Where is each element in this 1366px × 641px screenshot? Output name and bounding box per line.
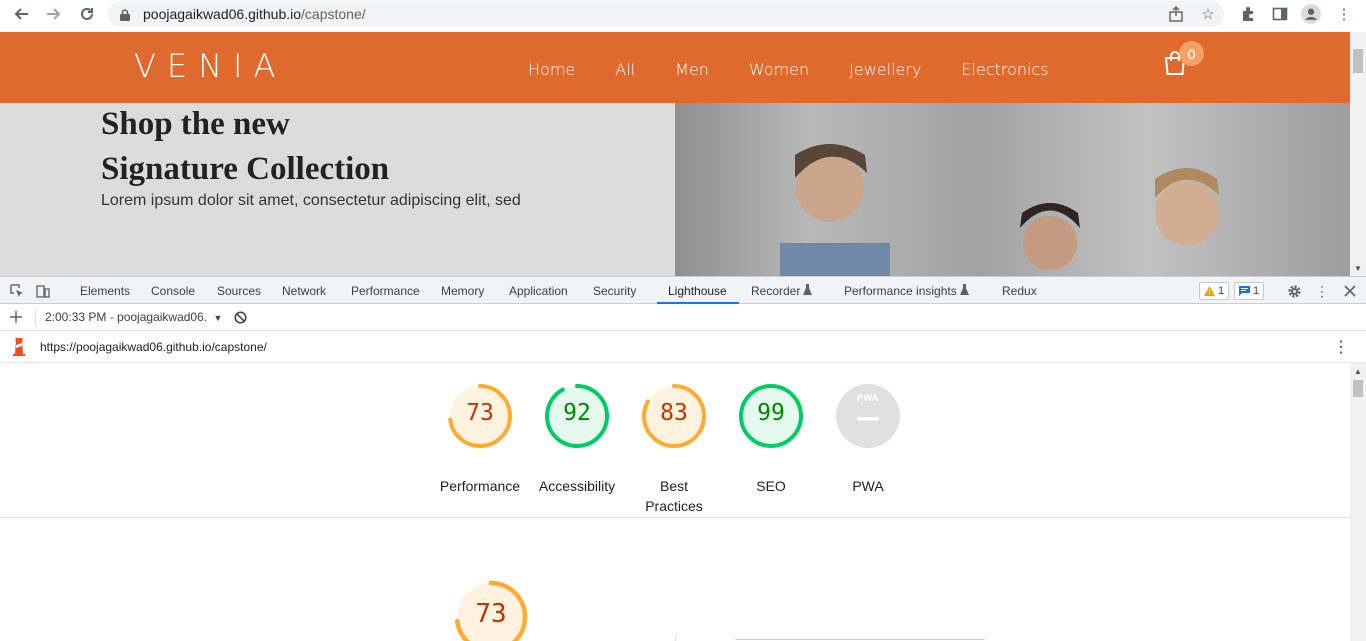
gauge-accessibility[interactable]: 92 Accessibility <box>539 381 615 494</box>
hero-title-line1: Shop the new <box>101 106 290 142</box>
performance-detail-score: 73 <box>475 599 507 629</box>
site-logo[interactable]: VENIA <box>134 47 286 85</box>
tab-security[interactable]: Security <box>593 284 636 298</box>
pwa-label: PWA <box>852 478 884 494</box>
section-divider <box>0 517 1350 518</box>
warnings-count: 1 <box>1218 285 1225 297</box>
warnings-badge[interactable]: 1 <box>1199 282 1230 300</box>
devtools-tab-bar: Elements Console Sources Network Perform… <box>0 276 1366 304</box>
tab-performance[interactable]: Performance <box>351 284 420 298</box>
cart-count-badge: 0 <box>1179 41 1204 66</box>
report-selector[interactable]: 2:00:33 PM - poojagaikwad06. ▼ <box>45 310 222 324</box>
performance-label: Performance <box>439 478 521 494</box>
report-url[interactable]: https://poojagaikwad06.github.io/capston… <box>40 340 267 354</box>
tab-redux[interactable]: Redux <box>1002 284 1037 298</box>
website-viewport: VENIA Home All Men Women Jewellery Elect… <box>0 32 1350 276</box>
best-practices-label: Best Practices <box>624 476 724 516</box>
accessibility-score: 92 <box>563 400 591 426</box>
report-scrollbar[interactable] <box>1350 363 1366 641</box>
hero-title-line2: Signature Collection <box>101 151 390 187</box>
device-toolbar-icon[interactable] <box>34 282 52 300</box>
address-url: poojagaikwad06.github.io/capstone/ <box>143 6 366 22</box>
accessibility-label: Accessibility <box>538 478 616 494</box>
nav-link-women[interactable]: Women <box>749 60 809 79</box>
nav-link-men[interactable]: Men <box>675 60 709 79</box>
report-menu-icon[interactable]: ⋮ <box>1333 337 1349 357</box>
flask-icon <box>803 284 812 298</box>
lock-icon <box>120 8 130 21</box>
share-icon[interactable] <box>1166 4 1186 24</box>
lighthouse-report: 73 Performance 92 Accessibility 83 Best … <box>0 363 1350 641</box>
tab-elements[interactable]: Elements <box>80 284 130 298</box>
lighthouse-toolbar: 2:00:33 PM - poojagaikwad06. ▼ <box>0 304 1366 331</box>
report-scroll-thumb[interactable] <box>1353 380 1363 397</box>
report-url-row: https://poojagaikwad06.github.io/capston… <box>0 331 1366 363</box>
back-arrow-icon[interactable] <box>10 4 32 24</box>
tab-performance-insights[interactable]: Performance insights <box>844 284 957 298</box>
side-panel-icon[interactable] <box>1270 4 1290 24</box>
screenshot-frame-edge <box>735 639 985 640</box>
inspect-element-icon[interactable] <box>8 282 26 300</box>
new-report-plus-icon[interactable] <box>7 308 25 326</box>
nav-link-home[interactable]: Home <box>528 60 575 79</box>
messages-count: 1 <box>1253 285 1260 297</box>
tab-recorder[interactable]: Recorder <box>751 284 800 298</box>
devtools-menu-icon[interactable]: ⋮ <box>1313 282 1331 300</box>
gauge-pwa[interactable]: PWA PWA <box>833 381 903 494</box>
page-scrollbar[interactable] <box>1350 32 1366 276</box>
gauge-best-practices[interactable]: 83 Best Practices <box>639 381 709 514</box>
gauge-seo[interactable]: 99 SEO <box>736 381 806 494</box>
hero-description: Lorem ipsum dolor sit amet, consectetur … <box>101 192 521 209</box>
best-practices-label-line2: Practices <box>645 498 703 514</box>
close-devtools-icon[interactable] <box>1341 282 1359 300</box>
tab-network[interactable]: Network <box>282 284 326 298</box>
site-header: VENIA Home All Men Women Jewellery Elect… <box>0 32 1350 103</box>
performance-score: 73 <box>466 400 494 426</box>
settings-gear-icon[interactable] <box>1285 282 1303 300</box>
tab-application[interactable]: Application <box>509 284 568 298</box>
scroll-up-arrow-icon[interactable]: ▲ <box>1354 367 1362 376</box>
tab-lighthouse[interactable]: Lighthouse <box>668 284 727 298</box>
tab-sources[interactable]: Sources <box>217 284 261 298</box>
bookmark-star-icon[interactable]: ☆ <box>1198 4 1218 24</box>
profile-avatar-icon[interactable] <box>1301 4 1321 24</box>
warning-icon <box>1204 286 1215 296</box>
forward-arrow-icon[interactable] <box>43 4 65 24</box>
best-practices-label-line1: Best <box>659 478 688 494</box>
dropdown-arrow-icon: ▼ <box>213 313 223 323</box>
nav-link-electronics[interactable]: Electronics <box>961 60 1048 79</box>
address-bar[interactable]: poojagaikwad06.github.io/capstone/ <box>108 1 1224 27</box>
clear-reports-icon[interactable] <box>231 308 249 326</box>
message-icon <box>1239 286 1250 296</box>
hero-title: Shop the new Signature Collection <box>101 102 389 192</box>
gauge-performance-detail: 73 <box>451 577 531 641</box>
messages-badge[interactable]: 1 <box>1234 282 1265 300</box>
site-nav: Home All Men Women Jewellery Electronics <box>528 60 1089 79</box>
gauge-performance[interactable]: 73 Performance <box>440 381 520 494</box>
browser-toolbar: poojagaikwad06.github.io/capstone/ ☆ ⋮ <box>0 0 1366 29</box>
browser-menu-icon[interactable]: ⋮ <box>1334 4 1354 24</box>
seo-score: 99 <box>757 400 785 426</box>
reload-icon[interactable] <box>76 4 98 24</box>
extensions-icon[interactable] <box>1238 4 1258 24</box>
nav-link-all[interactable]: All <box>615 60 635 79</box>
toolbar-divider <box>35 309 36 326</box>
lighthouse-logo-icon <box>11 338 27 361</box>
metric-separator <box>675 635 676 641</box>
pwa-badge-icon <box>836 384 900 448</box>
flask-icon <box>960 284 969 298</box>
hero-image <box>675 103 1350 276</box>
nav-link-jewellery[interactable]: Jewellery <box>849 60 921 79</box>
tab-console[interactable]: Console <box>151 284 195 298</box>
scroll-down-arrow-icon[interactable]: ▼ <box>1354 264 1362 273</box>
pwa-badge-text: PWA <box>856 393 879 403</box>
page-scroll-thumb[interactable] <box>1353 49 1363 73</box>
report-selector-label: 2:00:33 PM - poojagaikwad06. <box>45 310 208 324</box>
tab-memory[interactable]: Memory <box>441 284 484 298</box>
seo-label: SEO <box>756 478 786 494</box>
best-practices-score: 83 <box>660 400 688 426</box>
